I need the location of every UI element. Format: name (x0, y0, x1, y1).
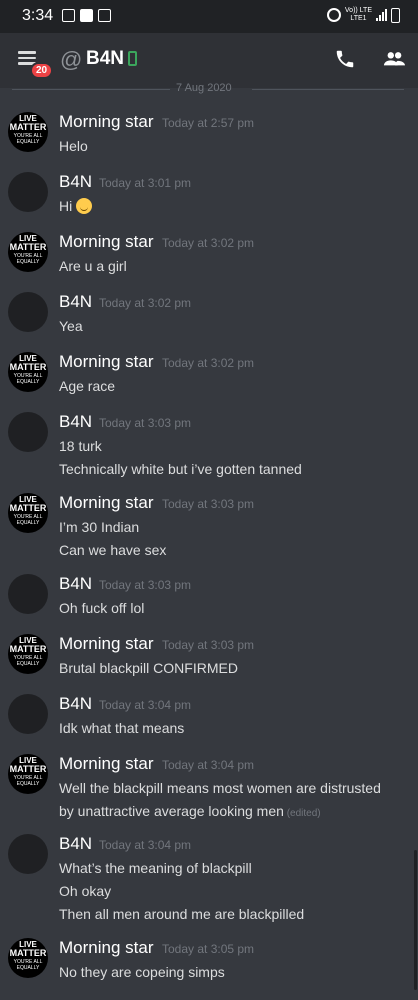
gallery-notification-icon (62, 9, 75, 22)
message-author[interactable]: B4N (59, 834, 92, 854)
channel-header: 20 @ B4N (0, 33, 418, 88)
avatar-morning-star[interactable]: LIVE MATTER YOU'RE ALL EQUALLY (8, 112, 48, 152)
facebook-notification-icon (80, 9, 93, 22)
message-timestamp: Today at 3:02 pm (162, 236, 255, 250)
avatar-text: YOU'RE ALL EQUALLY (13, 514, 43, 526)
message-text: 18 turk (59, 438, 102, 454)
message-timestamp: Today at 3:05 pm (162, 942, 255, 956)
avatar-text: YOU'RE ALL EQUALLY (13, 959, 43, 971)
alarm-icon (326, 8, 341, 22)
at-sign-icon: @ (60, 47, 83, 72)
avatar-text: YOU'RE ALL EQUALLY (13, 655, 43, 667)
signal-icon (376, 9, 387, 21)
avatar-text: MATTER (9, 948, 47, 958)
avatar-text: YOU'RE ALL EQUALLY (13, 253, 43, 265)
message-author[interactable]: Morning star (59, 112, 153, 132)
scrollbar[interactable] (414, 850, 417, 990)
message-timestamp: Today at 3:02 pm (162, 356, 255, 370)
message-text: I’m 30 Indian (59, 519, 140, 535)
avatar-text: MATTER (9, 644, 47, 654)
avatar-morning-star[interactable]: LIVE MATTER YOU'RE ALL EQUALLY (8, 493, 48, 533)
message-timestamp: Today at 3:02 pm (99, 296, 192, 310)
message-author[interactable]: Morning star (59, 938, 153, 958)
message-author[interactable]: B4N (59, 412, 92, 432)
status-bar: 3:34 Vo)) LTE LTE1 (0, 0, 418, 33)
date-divider: 7 Aug 2020 (0, 82, 418, 96)
message-text: Hi (59, 198, 93, 214)
message-timestamp: Today at 3:04 pm (99, 838, 192, 852)
message-text: Oh okay (59, 883, 112, 899)
message-author[interactable]: B4N (59, 694, 92, 714)
message-timestamp: Today at 3:03 pm (162, 638, 255, 652)
avatar-b4n[interactable] (8, 834, 48, 874)
message-timestamp: Today at 3:04 pm (99, 698, 192, 712)
avatar-text: MATTER (9, 503, 47, 513)
avatar-text: MATTER (9, 242, 47, 252)
message-author[interactable]: Morning star (59, 493, 153, 513)
avatar-morning-star[interactable]: LIVE MATTER YOU'RE ALL EQUALLY (8, 232, 48, 272)
avatar-b4n[interactable] (8, 694, 48, 734)
avatar-b4n[interactable] (8, 292, 48, 332)
message-author[interactable]: Morning star (59, 754, 153, 774)
message-text: Can we have sex (59, 542, 167, 558)
phone-call-icon[interactable] (334, 48, 356, 70)
avatar-b4n[interactable] (8, 172, 48, 212)
system-icons: Vo)) LTE LTE1 (326, 7, 400, 23)
message-text: Are u a girl (59, 258, 127, 274)
message-text: by unattractive average looking men (edi… (59, 803, 321, 819)
members-icon[interactable] (382, 48, 406, 70)
message-text: Well the blackpill means most women are … (59, 780, 381, 796)
message-author[interactable]: B4N (59, 574, 92, 594)
message-timestamp: Today at 3:01 pm (99, 176, 192, 190)
message-text: Brutal blackpill CONFIRMED (59, 660, 238, 676)
edited-label: (edited) (283, 808, 321, 819)
message-author[interactable]: B4N (59, 292, 92, 312)
avatar-b4n[interactable] (8, 412, 48, 452)
message-author[interactable]: Morning star (59, 232, 153, 252)
status-time: 3:34 (22, 7, 54, 24)
unread-badge: 20 (30, 62, 54, 79)
notification-icons (62, 9, 111, 22)
mobile-phone-icon (128, 51, 137, 66)
message-timestamp: Today at 3:04 pm (162, 758, 255, 772)
message-text: Yea (59, 318, 83, 334)
channel-title: B4N (86, 48, 125, 69)
network-label: Vo)) LTE LTE1 (345, 7, 372, 23)
message-timestamp: Today at 3:03 pm (99, 578, 192, 592)
message-timestamp: Today at 3:03 pm (99, 416, 192, 430)
message-timestamp: Today at 2:57 pm (162, 116, 255, 130)
message-author[interactable]: B4N (59, 172, 92, 192)
message-text: Helo (59, 138, 88, 154)
message-author[interactable]: Morning star (59, 352, 153, 372)
battery-icon (391, 7, 400, 23)
checkbox-notification-icon (98, 9, 111, 22)
avatar-morning-star[interactable]: LIVE MATTER YOU'RE ALL EQUALLY (8, 938, 48, 978)
avatar-text: MATTER (9, 122, 47, 132)
avatar-text: YOU'RE ALL EQUALLY (13, 775, 43, 787)
network-text: Vo)) LTE (344, 7, 372, 14)
date-divider-label: 7 Aug 2020 (176, 82, 232, 94)
avatar-b4n[interactable] (8, 574, 48, 614)
avatar-text: YOU'RE ALL EQUALLY (13, 373, 43, 385)
message-list[interactable]: LIVE MATTER YOU'RE ALL EQUALLY Morning star… (0, 96, 418, 1000)
slightly-smiling-face-emoji (76, 198, 93, 214)
avatar-morning-star[interactable]: LIVE MATTER YOU'RE ALL EQUALLY (8, 754, 48, 794)
avatar-text: MATTER (9, 764, 47, 774)
avatar-morning-star[interactable]: LIVE MATTER YOU'RE ALL EQUALLY (8, 352, 48, 392)
message-text: Age race (59, 378, 116, 394)
message-text: Idk what that means (59, 720, 185, 736)
message-text: Technically white but i’ve gotten tanned (59, 461, 302, 477)
avatar-text: YOU'RE ALL EQUALLY (13, 133, 43, 145)
avatar-text: MATTER (9, 362, 47, 372)
message-author[interactable]: Morning star (59, 634, 153, 654)
message-text: Then all men around me are blackpilled (59, 906, 305, 922)
network-text-2: LTE1 (350, 15, 367, 22)
message-text: What’s the meaning of blackpill (59, 860, 252, 876)
message-text: Oh fuck off lol (59, 600, 145, 616)
message-timestamp: Today at 3:03 pm (162, 497, 255, 511)
avatar-morning-star[interactable]: LIVE MATTER YOU'RE ALL EQUALLY (8, 634, 48, 674)
message-text: No they are copeing simps (59, 964, 225, 980)
